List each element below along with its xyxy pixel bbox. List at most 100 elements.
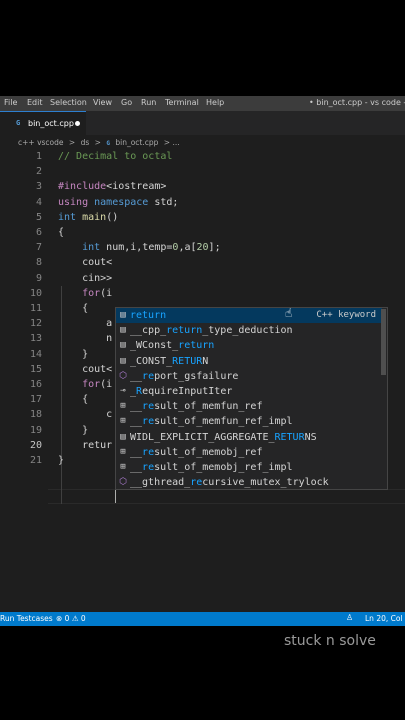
line-number: 13 (29, 333, 42, 345)
line-code: } (58, 423, 88, 438)
code-line[interactable]: 1 // Decimal to octal (0, 149, 405, 164)
line-code: } (58, 453, 64, 468)
code-editor[interactable]: 1 // Decimal to octal 2 3 #include<iostream>… (0, 149, 405, 619)
line-code: { (58, 225, 64, 240)
label-part: __ (130, 370, 143, 382)
code-token: // Decimal to octal (58, 151, 173, 162)
menu-go[interactable]: Go (121, 98, 132, 107)
match-highlight: re (142, 446, 155, 458)
code-token: () (106, 211, 119, 223)
suggest-item[interactable]: ⬡ __gthread_recursive_mutex_trylock (116, 475, 382, 489)
label-part: __gthread_ (130, 477, 191, 489)
unsaved-dot-icon[interactable] (75, 121, 80, 126)
line-number: 5 (35, 211, 42, 223)
code-token: namespace (94, 196, 149, 208)
code-line[interactable]: 6{ (0, 225, 405, 240)
code-token: c (58, 409, 113, 421)
code-token: retur (58, 439, 113, 451)
suggest-item[interactable]: ▤ _WConst_return (116, 338, 382, 353)
code-line[interactable]: 8 cout< (0, 255, 405, 270)
match-highlight: re (190, 477, 203, 489)
code-token: n (58, 333, 113, 345)
line-number: 2 (35, 166, 42, 178)
code-line[interactable]: 3 #include<iostream> (0, 179, 405, 194)
problems-indicator[interactable]: ⊗ 0 ⚠ 0 (56, 614, 86, 623)
cpp-file-icon: G (16, 119, 21, 127)
suggest-item[interactable]: ⊞ __result_of_memfun_ref (116, 399, 382, 414)
struct-icon: ⊞ (120, 462, 126, 472)
code-token: <iostream> (106, 181, 167, 193)
code-line[interactable]: 4 using namespace std; (0, 195, 405, 210)
code-token: (i (100, 287, 113, 299)
keyword-icon: ▤ (120, 431, 126, 442)
label-part: sult_of_memfun_ref_impl (154, 416, 293, 428)
breadcrumb-folder-ds[interactable]: ds (81, 138, 90, 147)
menu-help[interactable]: Help (206, 98, 224, 107)
label-part: __ (130, 401, 143, 413)
code-token: } (58, 348, 89, 360)
suggest-item[interactable]: ⬡ __report_gsfailure (116, 369, 382, 384)
code-line[interactable]: 2 (0, 164, 405, 179)
code-token: std; (148, 196, 179, 208)
line-code: for(i (58, 286, 112, 301)
label-part: WIDL_EXPLICIT_AGGREGATE_ (130, 431, 275, 443)
breadcrumb-folder-root[interactable]: c++ vscode (18, 138, 64, 147)
struct-icon: ⊞ (120, 446, 126, 457)
run-testcases-button[interactable]: Run Testcases (0, 614, 53, 623)
line-code: retur (58, 438, 112, 453)
cursor-position[interactable]: Ln 20, Col 1 (365, 614, 405, 623)
code-token: { (58, 394, 89, 406)
match-highlight: re (142, 462, 155, 473)
label-part: __ (130, 462, 143, 473)
match-highlight: re (142, 370, 155, 382)
suggest-item[interactable]: ▤ return C++ keyword (116, 308, 382, 324)
code-line[interactable]: 10 for(i (0, 286, 405, 301)
window-title: • bin_oct.cpp - vs code - Visu (309, 98, 405, 107)
line-number: 8 (35, 257, 42, 269)
code-line[interactable]: 9 cin>> (0, 271, 405, 286)
keyword-icon: ▤ (120, 340, 126, 351)
menu-terminal[interactable]: Terminal (165, 98, 199, 107)
cpp-file-icon: G (106, 140, 110, 147)
line-number: 4 (35, 196, 42, 208)
code-token: int (58, 211, 77, 223)
suggest-item[interactable]: ▤ __cpp_return_type_deduction (116, 323, 382, 338)
code-token: cin>> (58, 272, 113, 284)
suggest-item[interactable]: ⊞ __result_of_memfun_ref_impl (116, 414, 382, 429)
text-cursor (115, 490, 116, 503)
suggest-item[interactable]: ⊞ __result_of_memobj_ref_impl (116, 460, 382, 475)
menu-selection[interactable]: Selection (50, 98, 87, 107)
code-token: 20 (196, 242, 209, 254)
label-part: N (202, 355, 209, 367)
suggest-item[interactable]: ▤ WIDL_EXPLICIT_AGGREGATE_RETURNS (116, 430, 382, 445)
suggest-item[interactable]: ⊞ __result_of_memobj_ref (116, 445, 382, 460)
label-part: __ (130, 416, 143, 428)
label-part: sult_of_memfun_ref (154, 401, 263, 413)
label-part: sult_of_memobj_ref_impl (154, 462, 293, 473)
code-token: num,i,temp= (100, 242, 173, 254)
tab-bin-oct-cpp[interactable]: G bin_oct.cpp (0, 111, 86, 135)
code-line[interactable]: 5 int main() (0, 210, 405, 225)
line-code: { (58, 392, 88, 407)
line-code: // Decimal to octal (58, 149, 172, 164)
menu-run[interactable]: Run (141, 98, 156, 107)
breadcrumb-symbol[interactable]: > ... (164, 138, 180, 147)
menu-file[interactable]: File (4, 98, 17, 107)
code-token: for (82, 287, 101, 299)
menu-view[interactable]: View (93, 98, 112, 107)
notification-bell-icon[interactable]: ♙ (346, 613, 353, 622)
line-code: int main() (58, 210, 118, 225)
code-token: { (58, 227, 65, 238)
suggest-item[interactable]: ▤ _CONST_RETURN (116, 354, 382, 369)
match-highlight: re (142, 416, 155, 428)
menu-edit[interactable]: Edit (27, 98, 43, 107)
line-code: { (58, 301, 88, 316)
suggest-scrollbar[interactable] (381, 309, 386, 375)
breadcrumb-file[interactable]: bin_oct.cpp (115, 138, 158, 147)
code-line[interactable]: 7 int num,i,temp=0,a[20]; (0, 240, 405, 255)
code-token: ,a[ (178, 242, 197, 254)
breadcrumb: c++ vscode > ds > G bin_oct.cpp > ... (18, 138, 183, 147)
suggest-item[interactable]: ⊸ _RequireInputIter (116, 384, 382, 399)
